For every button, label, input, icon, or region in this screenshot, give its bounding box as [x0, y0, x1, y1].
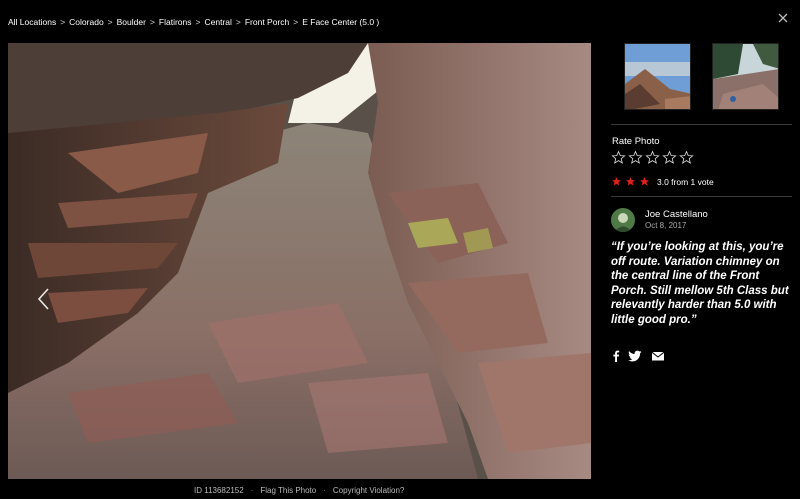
star-outline-icon[interactable]	[645, 150, 660, 165]
comment-author[interactable]: Joe Castellano	[645, 209, 708, 220]
main-photo	[8, 43, 591, 479]
breadcrumb-separator: >	[149, 17, 155, 27]
share-email-button[interactable]	[651, 349, 665, 363]
close-button[interactable]	[773, 8, 793, 28]
breadcrumb-all-locations[interactable]: All Locations	[8, 17, 56, 27]
breadcrumb-e-face-center[interactable]: E Face Center (5.0 )	[302, 17, 379, 27]
email-icon	[651, 351, 665, 361]
star-outline-icon[interactable]	[628, 150, 643, 165]
share-twitter-button[interactable]	[628, 349, 642, 363]
comment-text: “If you’re looking at this, you’re off r…	[611, 241, 789, 326]
breadcrumb-separator: >	[235, 17, 241, 27]
average-rating: 3.0 from 1 vote	[611, 176, 714, 187]
previous-photo-button[interactable]	[32, 283, 56, 315]
twitter-icon	[628, 350, 642, 362]
rock-chimney-image	[8, 43, 591, 479]
thumbnail-2[interactable]	[712, 43, 779, 110]
share-facebook-button[interactable]	[609, 349, 623, 363]
star-filled-icon	[640, 177, 649, 186]
rating-summary: 3.0 from 1 vote	[657, 176, 714, 187]
breadcrumb-separator: >	[195, 17, 201, 27]
star-filled-icon	[626, 177, 635, 186]
breadcrumb-separator: >	[60, 17, 66, 27]
photo-footer: ID 113682152 · Flag This Photo · Copyright V…	[194, 486, 404, 495]
flag-photo-link[interactable]: Flag This Photo	[260, 486, 316, 495]
comment-date: Oct 8, 2017	[645, 221, 687, 230]
footer-separator: ·	[250, 486, 254, 495]
thumbnail-1[interactable]	[624, 43, 691, 110]
rate-photo-stars	[611, 150, 694, 165]
photo-id: ID 113682152	[194, 486, 244, 495]
breadcrumb-central[interactable]: Central	[204, 17, 231, 27]
breadcrumb-separator: >	[293, 17, 299, 27]
divider	[611, 124, 792, 125]
breadcrumb-front-porch[interactable]: Front Porch	[245, 17, 289, 27]
copyright-violation-link[interactable]: Copyright Violation?	[333, 486, 404, 495]
star-outline-icon[interactable]	[662, 150, 677, 165]
thumbnail-image	[625, 44, 690, 109]
star-outline-icon[interactable]	[611, 150, 626, 165]
avatar-image	[611, 208, 635, 232]
close-icon	[778, 13, 788, 23]
breadcrumb-separator: >	[107, 17, 113, 27]
breadcrumb-boulder[interactable]: Boulder	[117, 17, 146, 27]
breadcrumb-flatirons[interactable]: Flatirons	[159, 17, 192, 27]
star-outline-icon[interactable]	[679, 150, 694, 165]
divider	[611, 196, 792, 197]
avatar[interactable]	[611, 208, 635, 232]
star-filled-icon	[612, 177, 621, 186]
breadcrumb: All Locations > Colorado > Boulder > Flatirons…	[8, 17, 379, 27]
chevron-left-icon	[37, 288, 49, 310]
footer-separator: ·	[323, 486, 326, 495]
thumbnail-image	[713, 44, 778, 109]
facebook-icon	[613, 350, 620, 362]
breadcrumb-colorado[interactable]: Colorado	[69, 17, 104, 27]
rate-photo-label: Rate Photo	[612, 136, 660, 147]
